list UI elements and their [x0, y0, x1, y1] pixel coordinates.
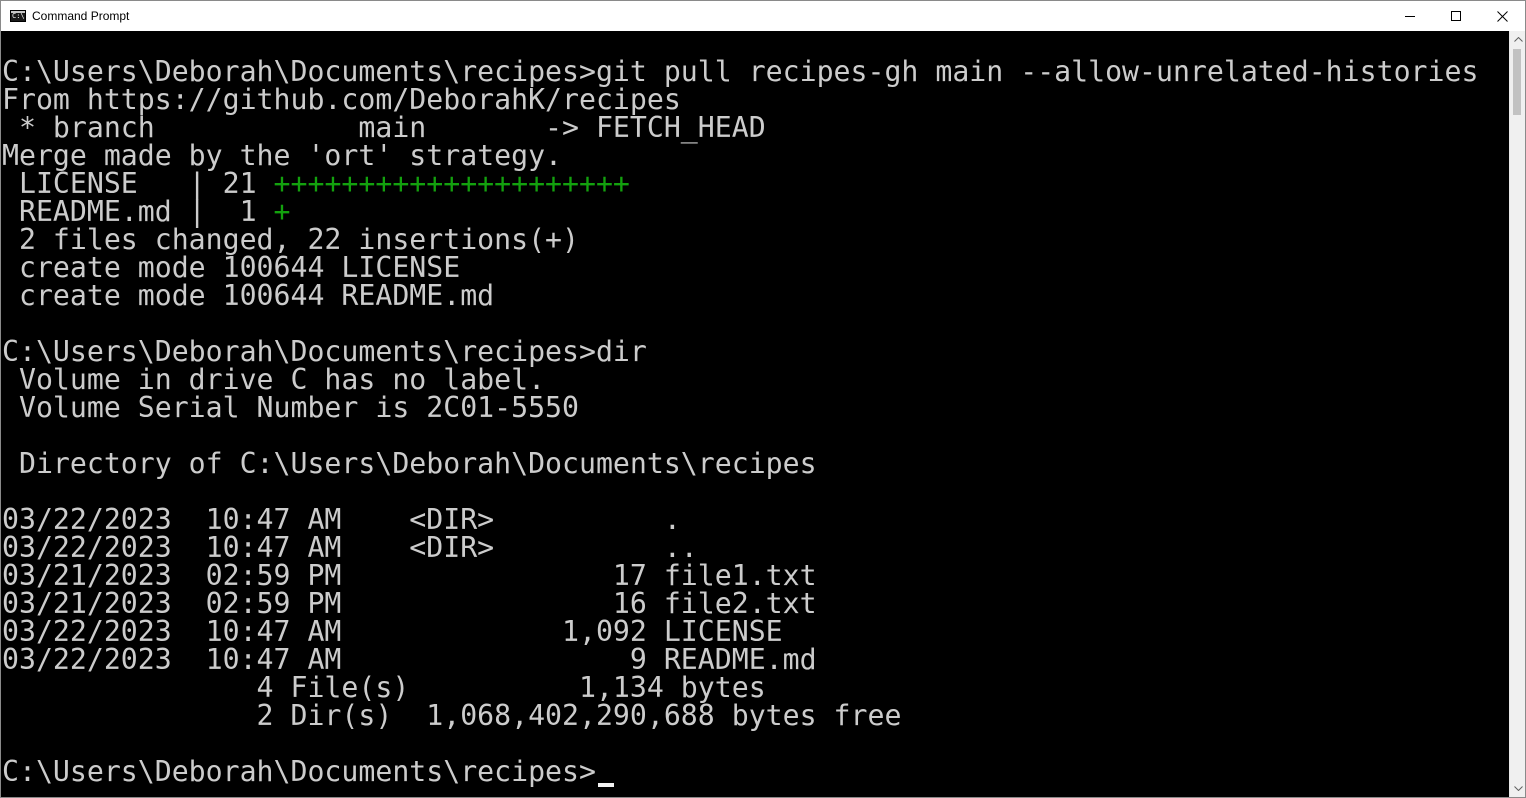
console-line: 2 files changed, 22 insertions(+): [2, 223, 579, 256]
command-prompt-window: C:\ Command Prompt C:\Users\Deborah\Docu…: [0, 0, 1526, 798]
console-line: create mode 100644 README.md: [2, 279, 495, 312]
maximize-icon: [1451, 11, 1461, 21]
minimize-icon: [1405, 16, 1415, 17]
dir-summary-files: 4 File(s) 1,134 bytes: [2, 671, 766, 704]
cmd-icon-text: C:\: [12, 11, 25, 20]
scroll-thumb[interactable]: [1513, 49, 1521, 115]
console-line: C:\Users\Deborah\Documents\recipes>dir: [2, 335, 647, 368]
command-prompt: C:\Users\Deborah\Documents\recipes>: [2, 755, 596, 788]
title-bar[interactable]: C:\ Command Prompt: [1, 1, 1525, 31]
diffstat-line-readme: README.md | 1 +: [2, 197, 1478, 226]
console-line: C:\Users\Deborah\Documents\recipes>git p…: [2, 55, 1479, 88]
dir-entry-row: 03/22/2023 10:47 AM <DIR> ..: [2, 531, 698, 564]
minimize-button[interactable]: [1387, 1, 1433, 31]
console-line: From https://github.com/DeborahK/recipes: [2, 83, 681, 116]
console-line: * branch main -> FETCH_HEAD: [2, 111, 766, 144]
scroll-down-button[interactable]: [1510, 780, 1525, 797]
close-button[interactable]: [1479, 1, 1525, 31]
dir-entry-row: 03/21/2023 02:59 PM 16 file2.txt: [2, 587, 817, 620]
vertical-scrollbar[interactable]: [1509, 31, 1525, 797]
dir-entry-row: 03/21/2023 02:59 PM 17 file1.txt: [2, 559, 817, 592]
dir-summary-dirs: 2 Dir(s) 1,068,402,290,688 bytes free: [2, 699, 902, 732]
console-line: Merge made by the 'ort' strategy.: [2, 139, 563, 172]
diffstat-additions-license: +++++++++++++++++++++: [273, 167, 630, 200]
console-line: Volume in drive C has no label.: [2, 363, 546, 396]
maximize-button[interactable]: [1433, 1, 1479, 31]
cursor-icon: [597, 783, 614, 787]
console-output[interactable]: C:\Users\Deborah\Documents\recipes>git p…: [1, 31, 1509, 797]
window-title: Command Prompt: [32, 9, 130, 23]
close-icon: [1496, 10, 1508, 22]
scroll-up-button[interactable]: [1510, 31, 1525, 48]
console-line: Volume Serial Number is 2C01-5550: [2, 391, 579, 424]
dir-entry-row: 03/22/2023 10:47 AM 9 README.md: [2, 643, 817, 676]
prompt-line: C:\Users\Deborah\Documents\recipes>: [2, 755, 1478, 788]
console-line: Directory of C:\Users\Deborah\Documents\…: [2, 447, 817, 480]
diffstat-line-license: LICENSE | 21 +++++++++++++++++++++: [2, 167, 1478, 200]
dir-entry-row: 03/22/2023 10:47 AM 1,092 LICENSE: [2, 615, 783, 648]
scroll-down-icon: [1513, 786, 1523, 791]
window-controls: [1387, 1, 1525, 31]
console-text: C:\Users\Deborah\Documents\recipes>git p…: [2, 55, 1479, 788]
cmd-icon[interactable]: C:\: [10, 10, 26, 22]
scroll-up-icon: [1513, 37, 1523, 42]
dir-entry-row: 03/22/2023 10:47 AM <DIR> .: [2, 503, 681, 536]
console-line: create mode 100644 LICENSE: [2, 251, 461, 284]
